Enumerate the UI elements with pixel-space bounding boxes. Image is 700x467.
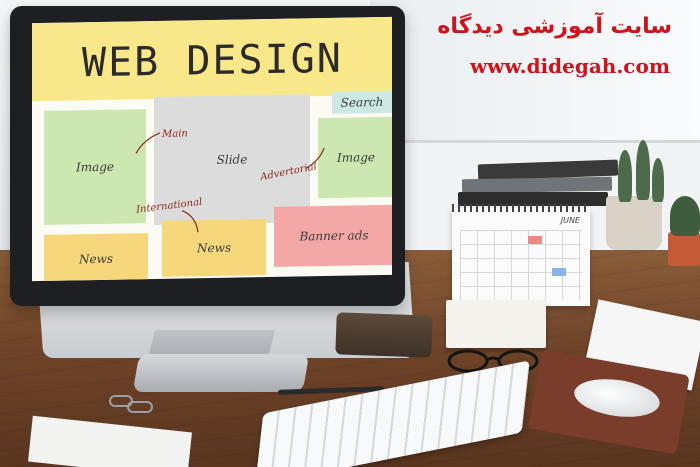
calendar-mark-red — [528, 236, 542, 244]
watermark-persian-title: سایت آموزشی دیدگاه — [437, 14, 672, 39]
cactus-leaf-2 — [636, 140, 650, 200]
book-stack-2 — [461, 176, 613, 194]
desktop-monitor: WEB DESIGN Image Slide Search Image News… — [10, 6, 405, 306]
calendar-mark-blue — [552, 268, 566, 276]
annotation-arrows — [135, 132, 325, 233]
watermark-url: www.didegah.com — [469, 54, 670, 78]
wallet — [335, 312, 433, 358]
cactus-leaf-3 — [652, 158, 664, 202]
cactus-leaf-1 — [618, 150, 632, 202]
calendar-month: JUNE — [560, 216, 580, 225]
calendar-grid — [460, 230, 582, 300]
small-plant-pot — [668, 232, 700, 266]
calendar-rings — [452, 204, 590, 212]
sticky-note-pad — [446, 300, 546, 348]
desk-calendar: JUNE — [452, 204, 590, 306]
paper-clips — [109, 395, 153, 413]
plant-pot — [606, 196, 662, 250]
small-plant-leaves — [670, 196, 700, 236]
monitor-stand-base — [132, 354, 310, 392]
office-desk-scene: JUNE WEB DESIGN Image Slide Search Image… — [0, 0, 700, 467]
monitor-screen: WEB DESIGN Image Slide Search Image News… — [32, 16, 392, 282]
